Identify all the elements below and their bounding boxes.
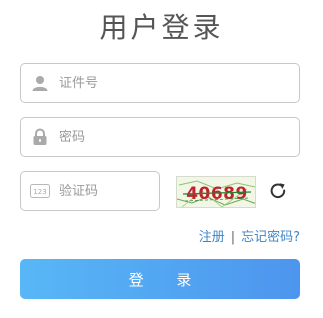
login-button[interactable]: 登 录 — [20, 259, 300, 299]
id-number-field[interactable] — [20, 63, 300, 103]
keypad-badge-text: 123 — [33, 188, 46, 196]
lock-icon — [29, 126, 51, 148]
forgot-password-link[interactable]: 忘记密码? — [241, 230, 300, 245]
refresh-icon — [268, 181, 288, 205]
password-input[interactable] — [59, 122, 299, 152]
refresh-captcha-button[interactable] — [266, 181, 290, 205]
captcha-input[interactable] — [59, 176, 159, 206]
auth-links: 注册 | 忘记密码? — [199, 226, 300, 245]
password-field[interactable] — [20, 117, 300, 157]
id-number-input[interactable] — [59, 68, 299, 98]
user-icon — [29, 72, 51, 94]
link-separator: | — [230, 230, 236, 245]
page-title: 用户登录 — [99, 11, 224, 44]
keypad-icon: 123 — [29, 180, 51, 202]
register-link[interactable]: 注册 — [199, 230, 225, 245]
captcha-image[interactable]: 40689 — [176, 176, 256, 208]
captcha-field[interactable]: 123 — [20, 171, 160, 211]
